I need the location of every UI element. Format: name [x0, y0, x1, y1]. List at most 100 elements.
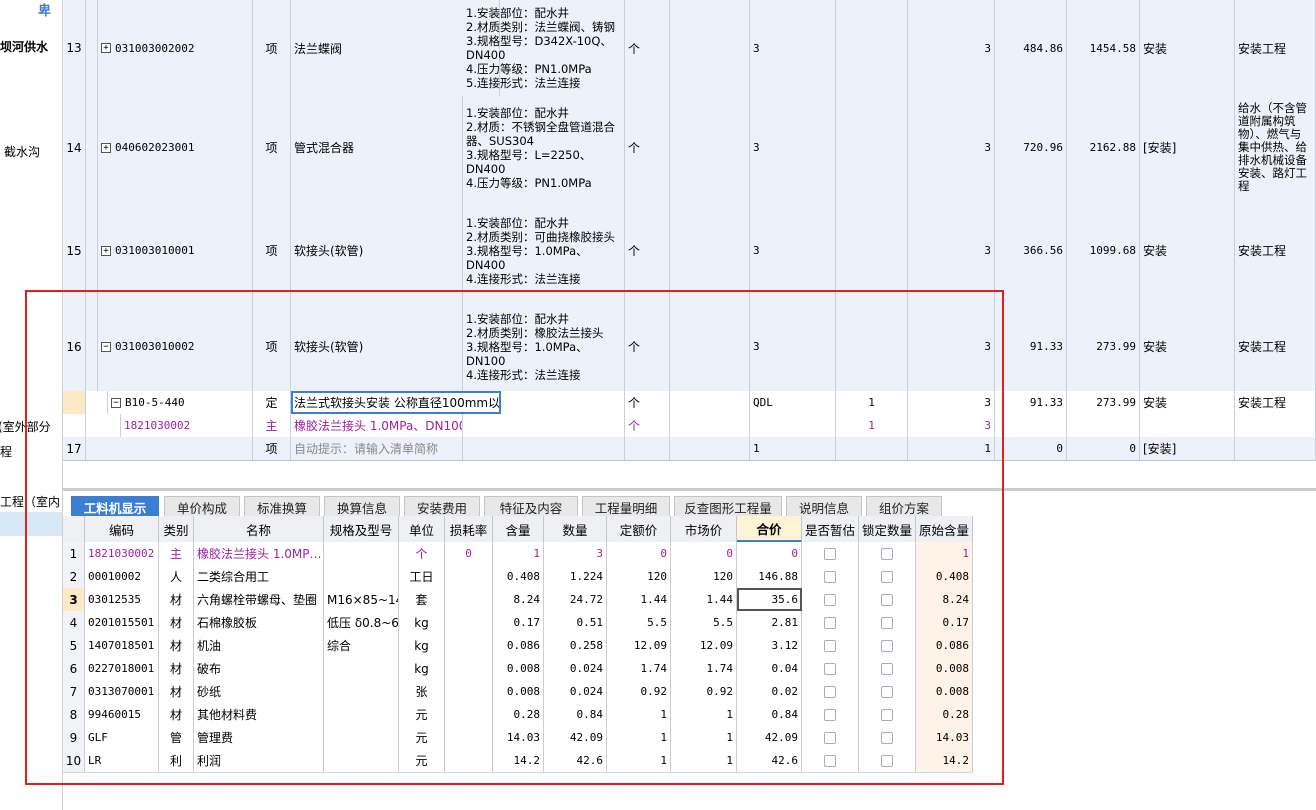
orig-content-cell[interactable]: 0.17	[916, 611, 973, 634]
spec-cell[interactable]: 1.安装部位：配水井 2.材质类别：可曲挠橡胶接头 3.规格型号：1.0MPa、…	[463, 199, 625, 302]
estimate-checkbox-cell[interactable]	[802, 749, 859, 772]
spec-cell[interactable]: 综合	[324, 634, 399, 657]
quantity-cell[interactable]: 0.258	[544, 634, 607, 657]
tab-quantity-detail[interactable]: 工程量明细	[582, 496, 670, 517]
table-row[interactable]: 5 1407018501 材机油 综合 kg 0.086 0.258 12.09 12.09 3.…	[63, 634, 973, 658]
loss-cell[interactable]	[445, 703, 493, 726]
project-cell[interactable]: 安装工程	[1235, 302, 1316, 391]
col-header-total[interactable]: 合价	[737, 516, 802, 542]
table-row[interactable]: 13 +031003002002 项 法兰蝶阀 1.安装部位：配水井 2.材质类…	[63, 0, 1316, 97]
unit-cell[interactable]: 工日	[399, 565, 445, 588]
checkbox[interactable]	[881, 616, 893, 629]
category-cell[interactable]: 主	[159, 542, 194, 565]
code-cell[interactable]: LR	[85, 749, 159, 772]
total-cell[interactable]: 2.81	[737, 611, 802, 634]
unit-cell[interactable]	[625, 437, 670, 460]
estimate-checkbox-cell[interactable]	[802, 542, 859, 565]
col-header-spec[interactable]: 规格及型号	[324, 516, 399, 542]
loss-cell[interactable]	[445, 657, 493, 680]
total-cell[interactable]: 0.02	[737, 680, 802, 703]
market-price-cell[interactable]: 1.74	[671, 657, 737, 680]
price-cell[interactable]: 91.33	[995, 391, 1067, 414]
code-cell[interactable]: 1821030002	[121, 414, 253, 437]
code-cell[interactable]: 1821030002	[85, 542, 159, 565]
collapse-icon[interactable]: −	[111, 397, 121, 408]
code-cell[interactable]: 00010002	[85, 565, 159, 588]
tab-unit-price[interactable]: 单价构成	[164, 496, 240, 517]
blank-cell[interactable]	[670, 0, 750, 96]
base-price-cell[interactable]: 1	[607, 749, 671, 772]
spec-cell[interactable]	[324, 703, 399, 726]
table-row[interactable]: 7 0313070001 材砂纸张 0.008 0.024 0.92 0.92 0.02 0.0…	[63, 680, 973, 704]
name-cell[interactable]: 其他材料费	[194, 703, 324, 726]
market-price-cell[interactable]: 120	[671, 565, 737, 588]
project-cell[interactable]: 给水（不含管道附属构筑物）、燃气与集中供热、给排水机械设备安装、路灯工程	[1235, 96, 1316, 199]
project-cell[interactable]	[1235, 437, 1316, 460]
category-cell[interactable]: 材	[159, 611, 194, 634]
major-cell[interactable]	[1140, 414, 1235, 437]
estimate-checkbox-cell[interactable]	[802, 588, 859, 611]
name-cell[interactable]: 橡胶法兰接头 1.0MPa、DN100	[291, 414, 463, 437]
orig-content-cell[interactable]: 0.408	[916, 565, 973, 588]
code-cell[interactable]: +040602023001	[98, 96, 253, 199]
qty-expr-cell[interactable]: QDL	[750, 391, 836, 414]
checkbox[interactable]	[881, 639, 893, 652]
estimate-checkbox-cell[interactable]	[802, 726, 859, 749]
checkbox[interactable]	[881, 731, 893, 744]
checkbox[interactable]	[824, 754, 836, 767]
col-header-base-price[interactable]: 定额价	[607, 516, 671, 542]
nav-item-1[interactable]: 截水沟	[4, 143, 40, 160]
price-cell[interactable]: 484.86	[995, 0, 1067, 96]
total-cell[interactable]: 146.88	[737, 565, 802, 588]
kind-cell[interactable]: 项	[253, 96, 291, 199]
code-cell[interactable]: +031003002002	[98, 0, 253, 96]
coef-cell[interactable]	[836, 302, 908, 391]
table-row[interactable]: 6 0227018001 材破布 kg 0.008 0.024 1.74 1.74 0.04 0.…	[63, 657, 973, 681]
col-header-orig-content[interactable]: 原始含量	[916, 516, 973, 542]
total-cell[interactable]: 3.12	[737, 634, 802, 657]
code-cell[interactable]: 0313070001	[85, 680, 159, 703]
lock-checkbox-cell[interactable]	[859, 703, 916, 726]
spec-cell[interactable]	[463, 437, 625, 460]
name-cell[interactable]: 管式混合器	[291, 96, 463, 199]
spec-cell[interactable]: 低压 δ0.8~6	[324, 611, 399, 634]
loss-cell[interactable]	[445, 588, 493, 611]
tab-install-fee[interactable]: 安装费用	[404, 496, 480, 517]
loss-cell[interactable]	[445, 634, 493, 657]
kind-cell[interactable]: 定	[253, 391, 291, 414]
checkbox[interactable]	[881, 708, 893, 721]
unit-cell[interactable]: 套	[399, 588, 445, 611]
table-row[interactable]: 10 LR 利利润元 14.2 42.6 1 1 42.6 14.2	[63, 749, 973, 773]
estimate-checkbox-cell[interactable]	[802, 680, 859, 703]
expand-icon[interactable]: +	[101, 142, 111, 153]
unit-cell[interactable]: 个	[625, 414, 670, 437]
material-row[interactable]: 1821030002 主 橡胶法兰接头 1.0MPa、DN100 个 1 3	[63, 414, 1316, 438]
total-cell[interactable]: 1454.58	[1067, 0, 1140, 96]
orig-content-cell[interactable]: 0.008	[916, 657, 973, 680]
blank-cell[interactable]	[670, 96, 750, 199]
unit-cell[interactable]: 个	[399, 542, 445, 565]
lock-checkbox-cell[interactable]	[859, 634, 916, 657]
qty-expr-cell[interactable]: 3	[750, 199, 836, 302]
checkbox[interactable]	[824, 662, 836, 675]
spec-cell[interactable]	[463, 391, 625, 414]
spec-cell[interactable]: 1.安装部位：配水井 2.材质类别：法兰蝶阀、铸钢 3.规格型号：D342X-1…	[463, 0, 625, 96]
quantity-cell[interactable]: 1.224	[544, 565, 607, 588]
tab-standard-conversion[interactable]: 标准换算	[244, 496, 320, 517]
nav-item-3[interactable]: 程	[0, 443, 12, 460]
spec-cell[interactable]	[324, 749, 399, 772]
base-price-cell[interactable]: 1.44	[607, 588, 671, 611]
category-cell[interactable]: 人	[159, 565, 194, 588]
tab-conversion-info[interactable]: 换算信息	[324, 496, 400, 517]
estimate-checkbox-cell[interactable]	[802, 703, 859, 726]
category-cell[interactable]: 材	[159, 680, 194, 703]
total-cell[interactable]: 2162.88	[1067, 96, 1140, 199]
total-cell[interactable]: 0	[737, 542, 802, 565]
category-cell[interactable]: 管	[159, 726, 194, 749]
col-header-quantity[interactable]: 数量	[544, 516, 607, 542]
checkbox[interactable]	[881, 685, 893, 698]
lock-checkbox-cell[interactable]	[859, 565, 916, 588]
orig-content-cell[interactable]: 14.2	[916, 749, 973, 772]
table-row[interactable]: 15 +031003010001 项 软接头(软管) 1.安装部位：配水井 2.…	[63, 199, 1316, 303]
total-cell[interactable]: 42.09	[737, 726, 802, 749]
